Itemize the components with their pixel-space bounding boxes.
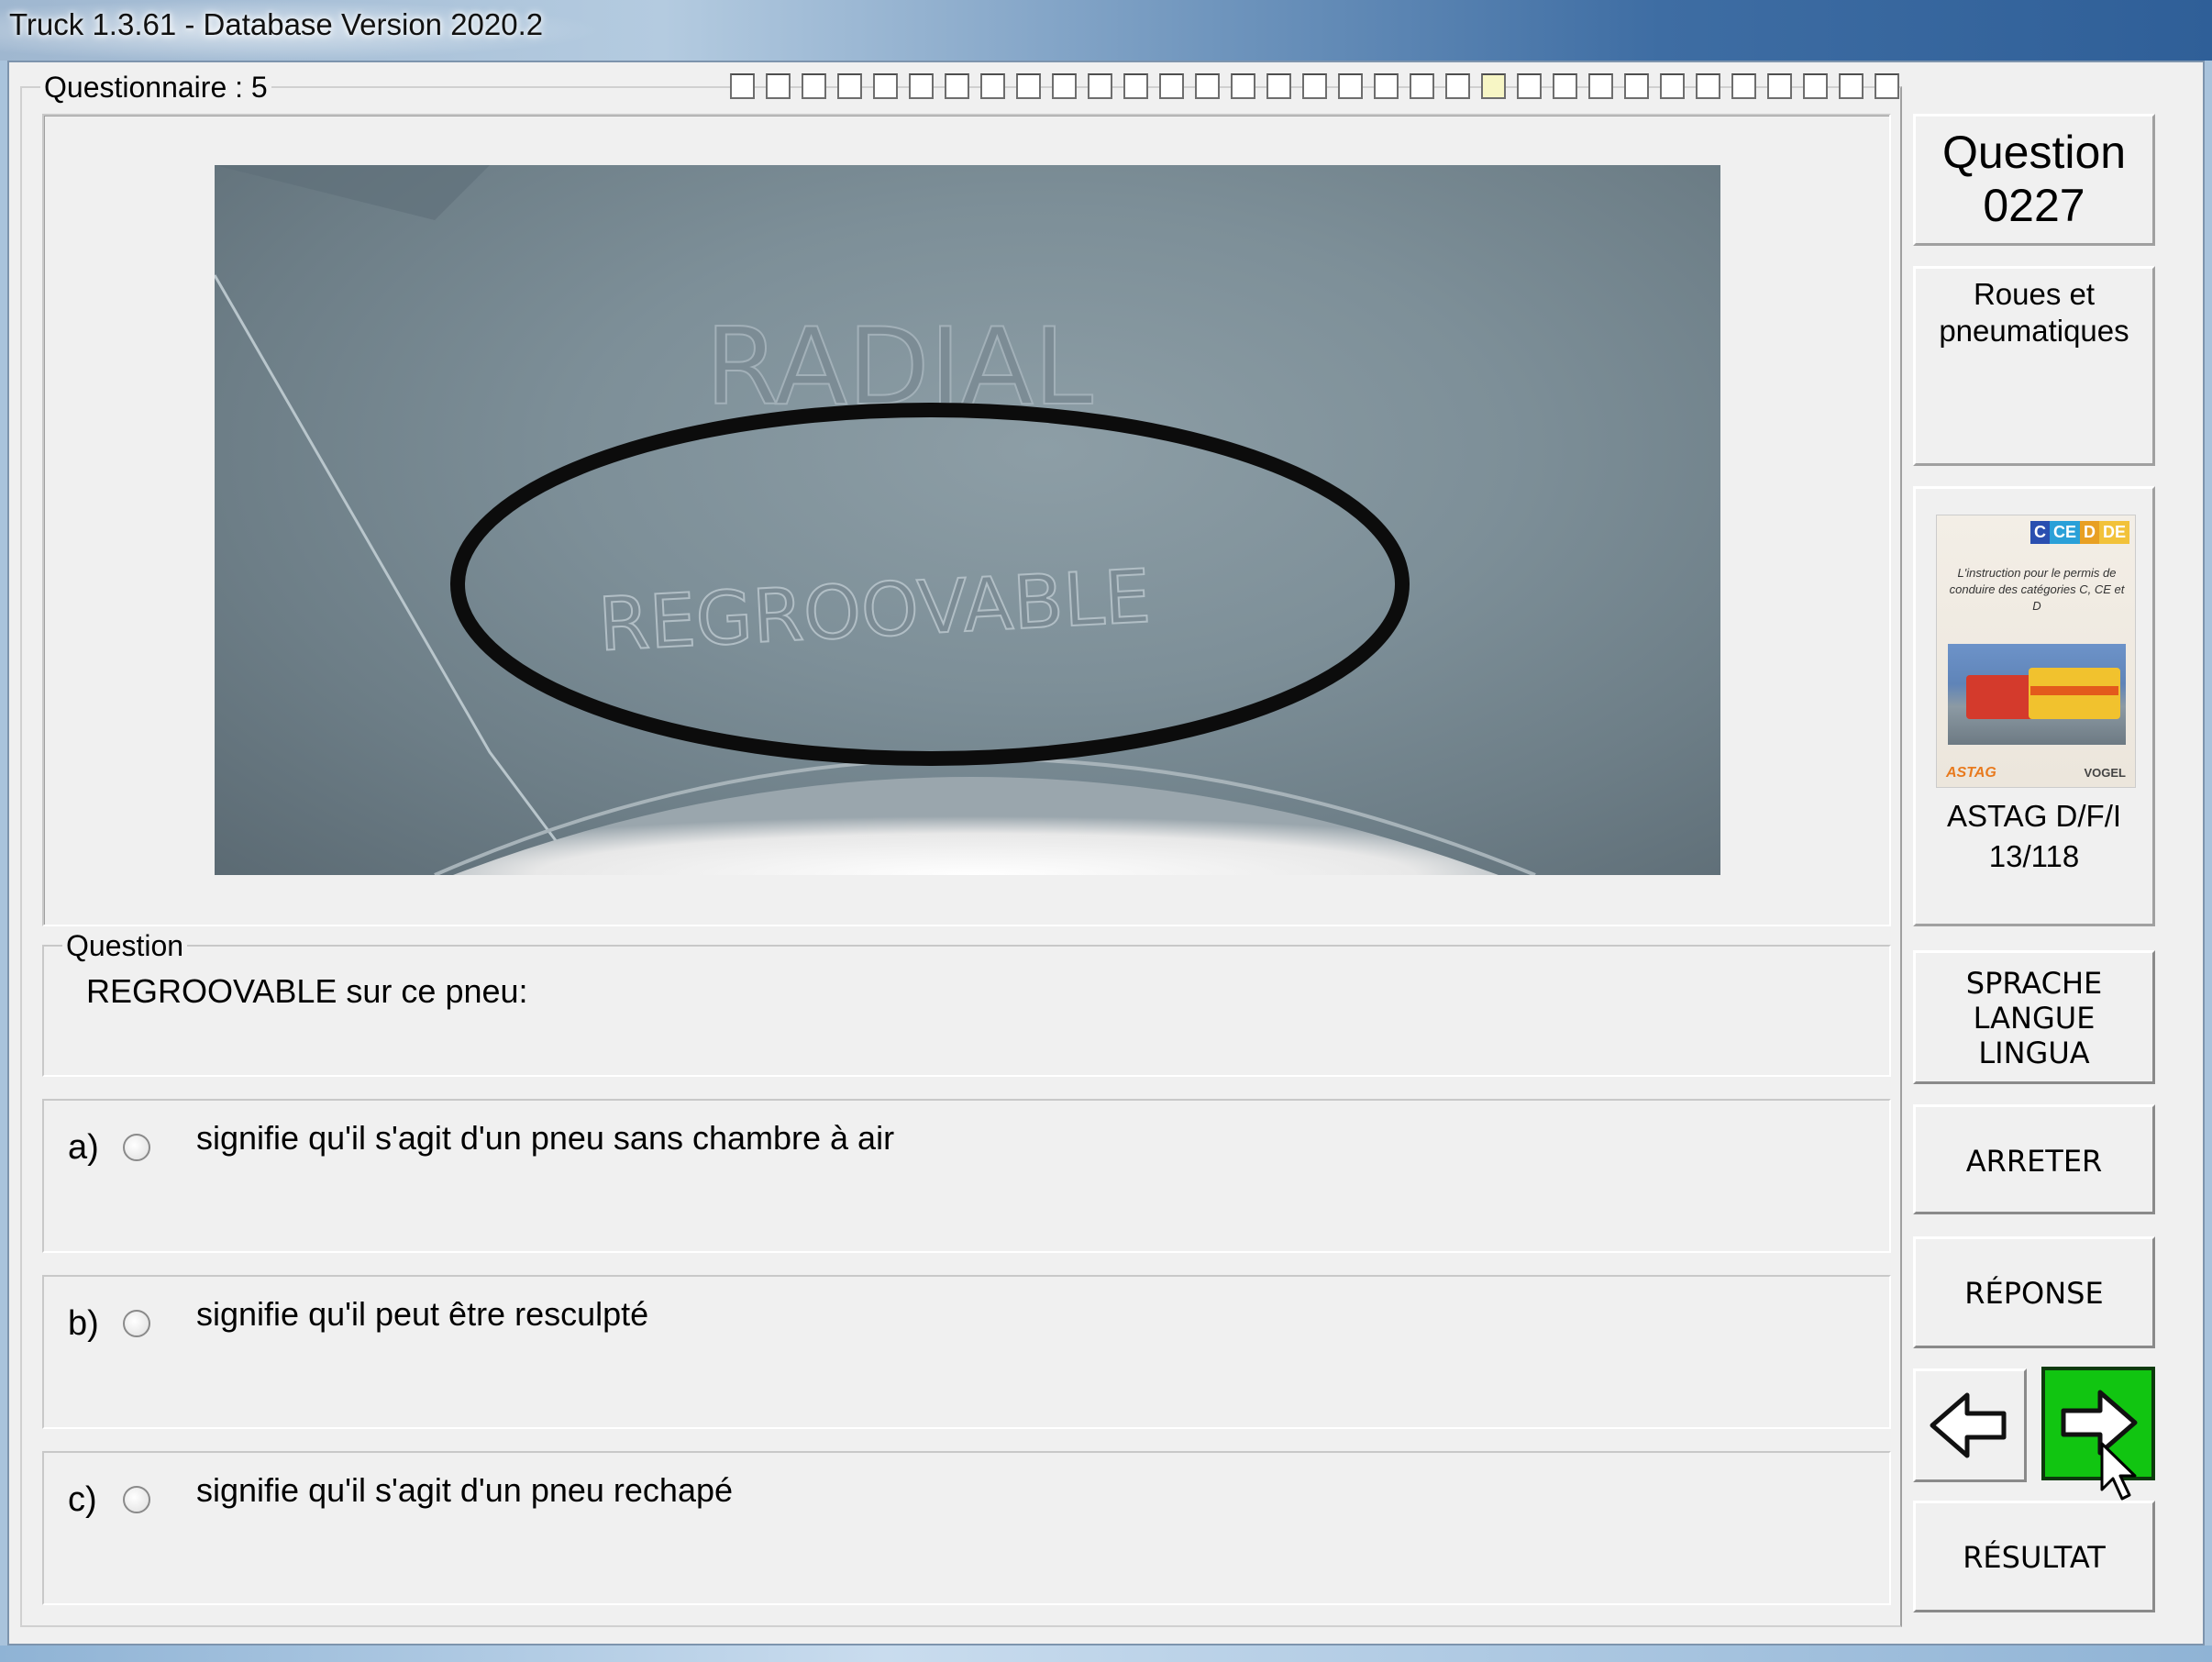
progress-cell [1374,73,1399,99]
window-title: Truck 1.3.61 - Database Version 2020.2 [9,7,544,41]
answer-radio-c[interactable] [123,1486,150,1513]
progress-cell [1767,73,1792,99]
answer-letter: c) [68,1480,97,1519]
progress-cell [873,73,898,99]
tag-d: D [2079,521,2099,544]
progress-cell [730,73,755,99]
question-number-panel: Question 0227 [1913,114,2155,246]
stop-button[interactable]: ARRETER [1913,1104,2155,1214]
answer-radio-a[interactable] [123,1134,150,1161]
book-reference-panel: C CE D DE L'instruction pour le permis d… [1913,486,2155,926]
answer-option-a[interactable]: a) signifie qu'il s'agit d'un pneu sans … [42,1099,1891,1253]
progress-cell [1731,73,1756,99]
language-label-2: LANGUE [1973,1001,2096,1036]
language-label-3: LINGUA [1978,1036,2090,1070]
category-line-1: Roues et [1973,277,2096,311]
book-cover-image [1948,644,2126,745]
tag-de: DE [2098,521,2129,544]
language-label-1: SPRACHE [1965,966,2103,1001]
answer-option-b[interactable]: b) signifie qu'il peut être resculpté [42,1275,1891,1429]
progress-cell [837,73,862,99]
bus-stripe [2030,686,2118,695]
progress-cell [1195,73,1220,99]
tire-photo-svg: RADIAL REGROOVABLE [215,165,1536,875]
stop-label: ARRETER [1965,1144,2103,1179]
answer-text: signifie qu'il s'agit d'un pneu rechapé [196,1471,734,1509]
progress-cell [1088,73,1112,99]
answer-button[interactable]: RÉPONSE [1913,1236,2155,1348]
progress-cell [1231,73,1255,99]
progress-cell [1839,73,1864,99]
question-number-label: Question [1941,127,2127,178]
category-panel: Roues et pneumatiques [1913,266,2155,466]
progress-cell [1803,73,1828,99]
question-box: REGROOVABLE sur ce pneu: [42,945,1891,1077]
progress-cell [1696,73,1720,99]
answer-option-c[interactable]: c) signifie qu'il s'agit d'un pneu recha… [42,1451,1891,1605]
progress-cell [1517,73,1542,99]
progress-cell [1553,73,1577,99]
answer-letter: a) [68,1128,99,1167]
answer-label: RÉPONSE [1964,1276,2104,1311]
tire-photo: RADIAL REGROOVABLE [215,165,1720,875]
question-legend: Question [62,930,188,961]
progress-cell [1410,73,1434,99]
progress-cell [1302,73,1327,99]
mouse-cursor-icon [2100,1442,2137,1501]
progress-cell [1588,73,1613,99]
questionnaire-label: Questionnaire : 5 [40,72,271,103]
answer-text: signifie qu'il peut être resculpté [196,1295,649,1333]
publisher-logo-right: VOGEL [2084,766,2126,780]
tag-c: C [2030,521,2050,544]
question-progress [730,73,1899,99]
category-line-2: pneumatiques [1939,314,2129,348]
progress-cell [1266,73,1291,99]
result-label: RÉSULTAT [1963,1540,2106,1575]
answer-letter: b) [68,1304,99,1343]
progress-cell [1660,73,1685,99]
progress-cell [980,73,1005,99]
progress-cell [802,73,826,99]
progress-cell [945,73,969,99]
progress-cell [1123,73,1148,99]
progress-cell [1159,73,1184,99]
progress-cell [766,73,791,99]
tag-ce: CE [2049,521,2080,544]
taskbar-strip [0,1645,2212,1662]
book-cover-text: L'instruction pour le permis de conduire… [1949,566,2125,613]
question-number: 0227 [1983,180,2085,231]
progress-cell [1481,73,1506,99]
language-button[interactable]: SPRACHE LANGUE LINGUA [1913,950,2155,1084]
arrow-left-icon [1930,1392,2007,1458]
progress-cell [909,73,934,99]
previous-button[interactable] [1913,1368,2027,1482]
progress-cell [1445,73,1470,99]
regroovable-word: REGROOVABLE [596,553,1153,667]
book-category-tags: C CE D DE [2030,521,2129,544]
progress-cell [1875,73,1899,99]
progress-cell [1624,73,1649,99]
progress-cell [1016,73,1041,99]
result-button[interactable]: RÉSULTAT [1913,1501,2155,1612]
book-reference-line-2: 13/118 [1988,839,2080,873]
book-reference-line-1: ASTAG D/F/I [1946,799,2122,833]
progress-cell [1052,73,1077,99]
answer-radio-b[interactable] [123,1310,150,1337]
book-cover: C CE D DE L'instruction pour le permis d… [1936,515,2136,788]
answer-text: signifie qu'il s'agit d'un pneu sans cha… [196,1119,895,1157]
title-bar: Truck 1.3.61 - Database Version 2020.2 [0,0,2212,61]
question-text: REGROOVABLE sur ce pneu: [86,972,528,1010]
progress-cell [1338,73,1363,99]
publisher-logo-left: ASTAG [1946,765,1996,781]
